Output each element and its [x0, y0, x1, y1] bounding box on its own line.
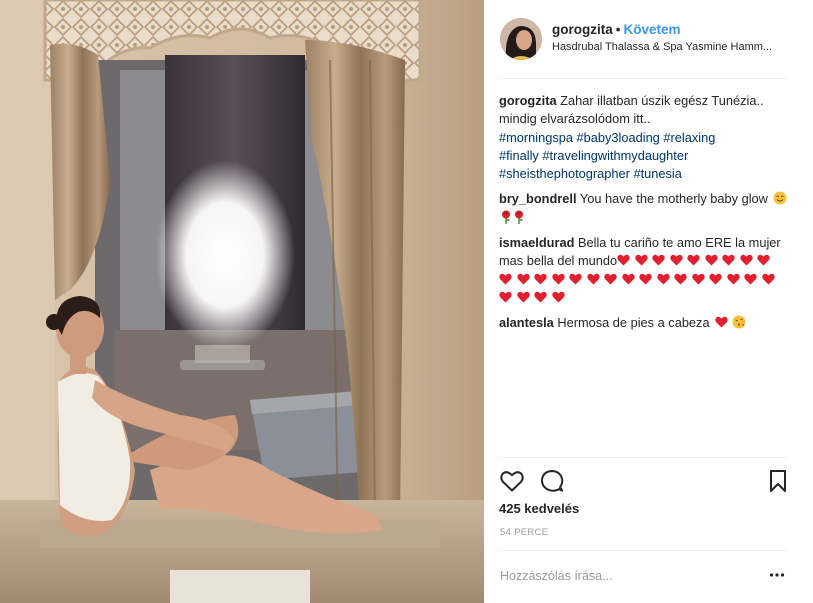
red-heart-icon	[617, 255, 630, 266]
comment-username[interactable]: bry_bondrell	[499, 191, 577, 206]
smiling-face-icon	[773, 191, 787, 205]
like-count[interactable]: 425 kedvelés	[499, 501, 579, 516]
add-comment-input[interactable]	[500, 566, 760, 586]
red-heart-icon	[516, 273, 530, 285]
red-heart-icon	[704, 255, 718, 266]
comment-username[interactable]: alantesla	[499, 315, 554, 330]
hashtag[interactable]: #relaxing	[663, 130, 715, 145]
hashtag[interactable]: #baby3loading	[577, 130, 660, 145]
post-timestamp[interactable]: 54 PERCE	[500, 527, 548, 538]
red-heart-icon	[669, 255, 683, 266]
hashtag[interactable]: #tunesia	[633, 166, 681, 181]
red-heart-icon	[586, 273, 600, 285]
hashtag[interactable]: #morningspa	[499, 130, 573, 145]
instagram-post: gorogzita • Követem Hasdrubal Thalassa & S…	[0, 0, 813, 603]
kissing-face-icon	[732, 315, 746, 329]
hashtag[interactable]: #sheisthephotographer	[499, 166, 630, 181]
red-heart-icon	[516, 291, 530, 303]
red-heart-icon	[726, 273, 740, 285]
red-heart-icon	[621, 273, 635, 285]
red-heart-icon	[551, 291, 565, 303]
red-heart-icon	[674, 273, 687, 285]
red-heart-icon	[569, 273, 582, 285]
caption: gorogzita Zahar illatban úszik egész Tun…	[499, 92, 791, 183]
red-heart-icon	[739, 255, 753, 266]
post-header: gorogzita • Követem Hasdrubal Thalassa & S…	[500, 18, 790, 62]
red-heart-icon	[639, 273, 652, 285]
rose-icon	[515, 210, 523, 224]
red-heart-icon	[715, 317, 728, 328]
like-button[interactable]	[499, 468, 525, 494]
red-heart-icon	[656, 273, 670, 285]
red-heart-icon	[744, 273, 757, 285]
comment-text: Hermosa de pies a cabeza	[557, 315, 710, 331]
comment-button[interactable]	[539, 468, 565, 494]
red-heart-icon	[722, 255, 735, 266]
speech-bubble-icon	[540, 470, 564, 492]
action-bar	[499, 468, 791, 494]
red-heart-icon	[534, 273, 547, 285]
avatar[interactable]	[500, 18, 542, 60]
save-button[interactable]	[765, 468, 791, 494]
avatar-image	[500, 18, 542, 60]
red-heart-icon	[604, 273, 617, 285]
comment-text: You have the motherly baby glow	[579, 191, 768, 207]
header-divider	[500, 78, 786, 79]
comment-username[interactable]: ismaeldurad	[499, 235, 574, 250]
caption-username[interactable]: gorogzita	[499, 93, 557, 108]
red-heart-icon	[499, 273, 512, 285]
header-separator: •	[615, 22, 621, 37]
follow-button[interactable]: Követem	[623, 22, 680, 37]
post-side-panel: gorogzita • Követem Hasdrubal Thalassa & S…	[484, 0, 813, 603]
comment-box-divider	[500, 550, 786, 551]
location-link[interactable]: Hasdrubal Thalassa & Spa Yasmine Hamm...	[552, 41, 788, 53]
comments-list: gorogzita Zahar illatban úszik egész Tun…	[499, 92, 791, 340]
hashtag[interactable]: #finally	[499, 148, 539, 163]
red-heart-icon	[534, 291, 547, 303]
bookmark-icon	[770, 470, 786, 492]
header-user-row: gorogzita • Követem	[552, 22, 681, 37]
comment-item: bry_bondrell You have the motherly baby …	[499, 190, 791, 227]
actions-divider	[500, 457, 786, 458]
red-heart-icon	[691, 273, 705, 285]
rose-icon	[502, 210, 510, 224]
red-heart-icon	[761, 273, 775, 285]
photo-image	[0, 0, 484, 603]
more-options-icon	[769, 573, 785, 577]
more-options-button[interactable]	[769, 567, 785, 583]
comment-item: ismaeldurad Bella tu cariño te amo ERE l…	[499, 234, 791, 307]
red-heart-icon	[709, 273, 722, 285]
red-heart-icon	[652, 255, 665, 266]
header-username[interactable]: gorogzita	[552, 22, 613, 37]
red-heart-icon	[687, 255, 700, 266]
red-heart-icon	[634, 255, 648, 266]
comment-item: alantesla Hermosa de pies a cabeza	[499, 314, 791, 332]
hashtag[interactable]: #travelingwithmydaughter	[542, 148, 688, 163]
heart-outline-icon	[500, 471, 524, 492]
post-photo[interactable]	[0, 0, 484, 603]
red-heart-icon	[499, 291, 512, 303]
red-heart-icon	[757, 255, 770, 266]
red-heart-icon	[551, 273, 565, 285]
